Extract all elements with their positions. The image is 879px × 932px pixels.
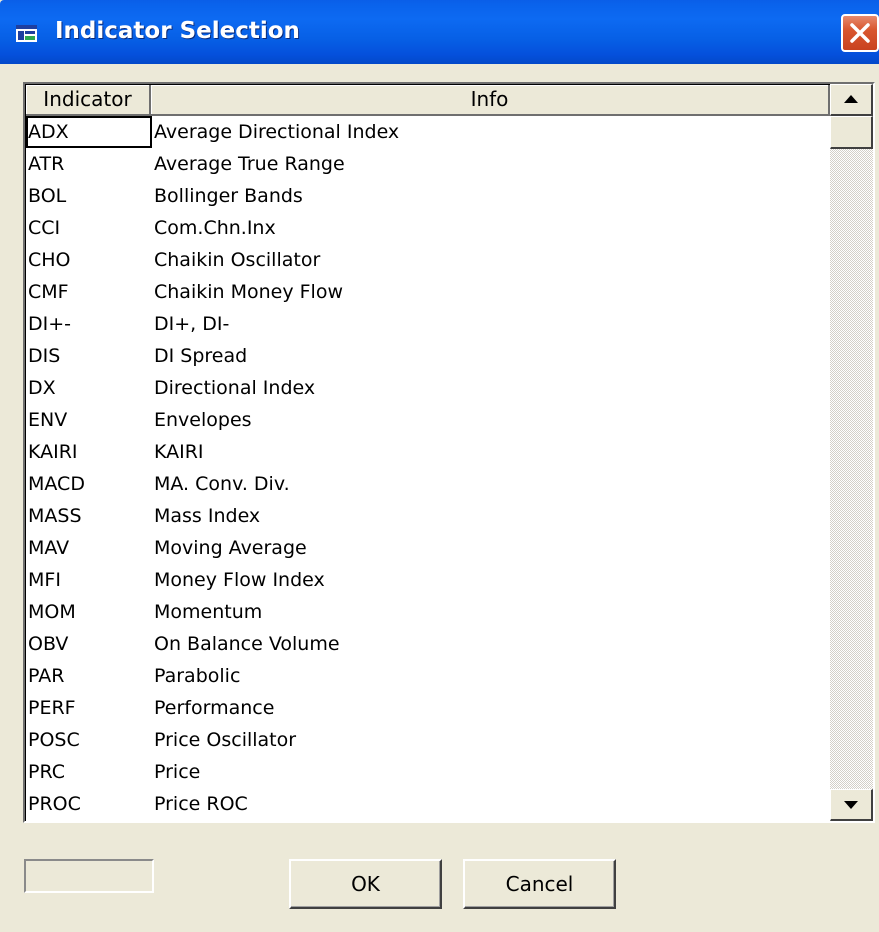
- table-row[interactable]: CMF Chaikin Money Flow: [26, 276, 830, 308]
- table-row[interactable]: DIS DI Spread: [26, 340, 830, 372]
- table-row[interactable]: PERF Performance: [26, 692, 830, 724]
- indicator-cell[interactable]: ADX: [26, 116, 152, 148]
- indicator-cell[interactable]: BOL: [28, 180, 150, 212]
- table-row[interactable]: PROC Price ROC: [26, 788, 830, 820]
- indicator-cell[interactable]: DIS: [28, 340, 150, 372]
- column-header-indicator[interactable]: Indicator: [26, 85, 151, 116]
- indicator-cell[interactable]: ATR: [28, 148, 150, 180]
- status-field: [24, 859, 154, 893]
- grid-viewport: Indicator Info ADX Average Directional In…: [26, 85, 830, 821]
- info-cell[interactable]: Chaikin Money Flow: [154, 276, 824, 308]
- indicator-cell[interactable]: CMF: [28, 276, 150, 308]
- table-row[interactable]: BOL Bollinger Bands: [26, 180, 830, 212]
- info-cell[interactable]: Envelopes: [154, 404, 824, 436]
- info-cell[interactable]: Average Directional Index: [154, 116, 824, 148]
- window-title: Indicator Selection: [55, 18, 300, 44]
- close-button[interactable]: [841, 14, 879, 52]
- table-row[interactable]: MACD MA. Conv. Div.: [26, 468, 830, 500]
- table-row[interactable]: ENV Envelopes: [26, 404, 830, 436]
- indicator-selection-window: Indicator Selection Indicator Info ADX Av…: [0, 0, 879, 932]
- table-row[interactable]: CHO Chaikin Oscillator: [26, 244, 830, 276]
- indicator-cell[interactable]: MASS: [28, 500, 150, 532]
- indicator-cell[interactable]: MOM: [28, 596, 150, 628]
- table-row[interactable]: ADX Average Directional Index: [26, 116, 830, 148]
- indicator-cell[interactable]: CHO: [28, 244, 150, 276]
- indicator-grid[interactable]: Indicator Info ADX Average Directional In…: [23, 82, 875, 823]
- info-cell[interactable]: Parabolic: [154, 660, 824, 692]
- info-cell[interactable]: Price Oscillator: [154, 724, 824, 756]
- cancel-button[interactable]: Cancel: [463, 859, 616, 909]
- grid-rows: ADX Average Directional Index ATR Average T…: [26, 116, 830, 820]
- table-row[interactable]: DI+- DI+, DI-: [26, 308, 830, 340]
- info-cell[interactable]: DI+, DI-: [154, 308, 824, 340]
- info-cell[interactable]: Mass Index: [154, 500, 824, 532]
- table-row[interactable]: PAR Parabolic: [26, 660, 830, 692]
- window-icon: [16, 25, 37, 42]
- indicator-cell[interactable]: DI+-: [28, 308, 150, 340]
- scroll-up-button[interactable]: [830, 84, 873, 116]
- table-row[interactable]: MAV Moving Average: [26, 532, 830, 564]
- indicator-cell[interactable]: PRC: [28, 756, 150, 788]
- table-row[interactable]: POSC Price Oscillator: [26, 724, 830, 756]
- info-cell[interactable]: Bollinger Bands: [154, 180, 824, 212]
- close-icon: [850, 23, 870, 43]
- info-cell[interactable]: On Balance Volume: [154, 628, 824, 660]
- table-row[interactable]: KAIRI KAIRI: [26, 436, 830, 468]
- info-cell[interactable]: Momentum: [154, 596, 824, 628]
- indicator-cell[interactable]: MAV: [28, 532, 150, 564]
- info-cell[interactable]: Price ROC: [154, 788, 824, 820]
- ok-button[interactable]: OK: [289, 859, 442, 909]
- table-row[interactable]: PRC Price: [26, 756, 830, 788]
- info-cell[interactable]: Chaikin Oscillator: [154, 244, 824, 276]
- table-row[interactable]: OBV On Balance Volume: [26, 628, 830, 660]
- info-cell[interactable]: KAIRI: [154, 436, 824, 468]
- table-row[interactable]: MFI Money Flow Index: [26, 564, 830, 596]
- indicator-cell[interactable]: OBV: [28, 628, 150, 660]
- indicator-cell[interactable]: DX: [28, 372, 150, 404]
- info-cell[interactable]: Price: [154, 756, 824, 788]
- indicator-cell[interactable]: ENV: [28, 404, 150, 436]
- indicator-cell[interactable]: PAR: [28, 660, 150, 692]
- indicator-cell[interactable]: POSC: [28, 724, 150, 756]
- column-header-info[interactable]: Info: [151, 85, 830, 116]
- indicator-cell[interactable]: MFI: [28, 564, 150, 596]
- indicator-cell[interactable]: KAIRI: [28, 436, 150, 468]
- info-cell[interactable]: Moving Average: [154, 532, 824, 564]
- scroll-thumb[interactable]: [830, 116, 873, 149]
- table-row[interactable]: MASS Mass Index: [26, 500, 830, 532]
- table-row[interactable]: CCI Com.Chn.Inx: [26, 212, 830, 244]
- table-row[interactable]: DX Directional Index: [26, 372, 830, 404]
- table-row[interactable]: MOM Momentum: [26, 596, 830, 628]
- info-cell[interactable]: Directional Index: [154, 372, 824, 404]
- title-bar[interactable]: Indicator Selection: [0, 0, 879, 64]
- info-cell[interactable]: MA. Conv. Div.: [154, 468, 824, 500]
- info-cell[interactable]: Average True Range: [154, 148, 824, 180]
- info-cell[interactable]: Performance: [154, 692, 824, 724]
- info-cell[interactable]: Com.Chn.Inx: [154, 212, 824, 244]
- indicator-cell[interactable]: PROC: [28, 788, 150, 820]
- table-row[interactable]: ATR Average True Range: [26, 148, 830, 180]
- info-cell[interactable]: Money Flow Index: [154, 564, 824, 596]
- info-cell[interactable]: DI Spread: [154, 340, 824, 372]
- scroll-down-button[interactable]: [830, 789, 873, 821]
- vertical-scrollbar[interactable]: [830, 84, 873, 821]
- arrow-up-icon: [844, 95, 858, 103]
- indicator-cell[interactable]: PERF: [28, 692, 150, 724]
- indicator-cell[interactable]: CCI: [28, 212, 150, 244]
- indicator-cell[interactable]: MACD: [28, 468, 150, 500]
- arrow-down-icon: [844, 801, 858, 809]
